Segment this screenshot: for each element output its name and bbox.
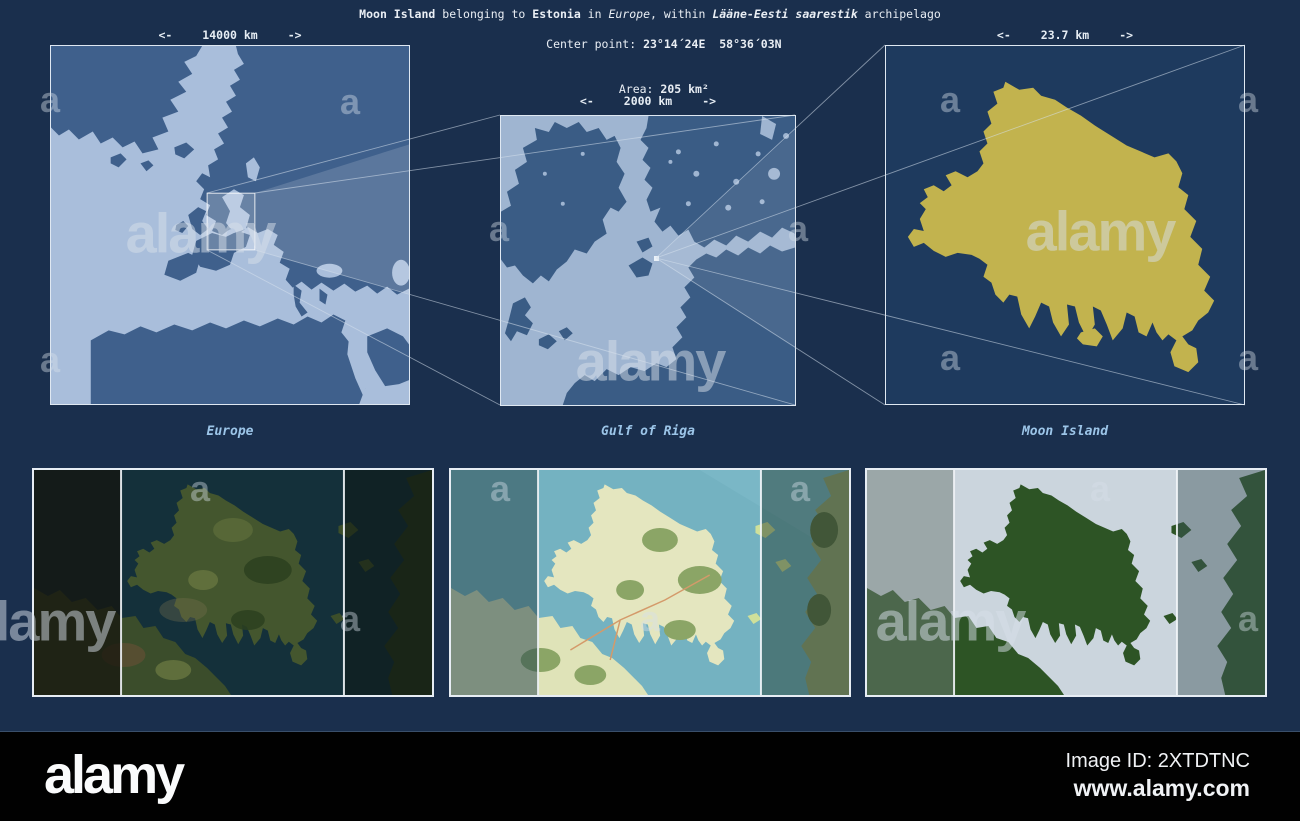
scale-bar-island: <- 23.7 km -> <box>885 28 1245 42</box>
osm-left-strip <box>451 470 539 695</box>
divider-line <box>120 470 123 695</box>
moon-island-graphic <box>886 46 1244 404</box>
plain-right-strip <box>1177 470 1265 695</box>
image-id: Image ID: 2XTDTNC <box>1065 750 1250 772</box>
caption-gulf: Gulf of Riga <box>601 424 695 439</box>
caption-moon-island: Moon Island <box>1021 424 1109 439</box>
title-country: Estonia <box>532 7 581 21</box>
scale-value: 2000 km <box>623 94 673 108</box>
sat-left-strip <box>34 470 122 695</box>
title-text: archipelago <box>857 7 941 21</box>
title-archipelago: Lääne-Eesti saarestik <box>712 7 858 21</box>
divider-line <box>1175 470 1178 695</box>
baltic-highlight-rect <box>206 192 256 251</box>
europe-overview-map <box>50 45 410 405</box>
scale-arrow-left-icon: <- <box>579 94 594 108</box>
scale-arrow-left-icon: <- <box>158 28 173 42</box>
street-map-panel <box>449 468 851 697</box>
scale-bar-gulf: <- 2000 km -> <box>500 94 796 108</box>
stock-map-diagram: { "header": { "title_segments": [ {"text… <box>0 0 1300 821</box>
plain-left-strip <box>867 470 955 695</box>
europe-map-graphic <box>51 46 409 404</box>
divider-line <box>759 470 762 695</box>
satellite-imagery-panel <box>32 468 434 697</box>
footer-bar: alamy Image ID: 2XTDTNC www.alamy.com <box>0 731 1300 821</box>
scale-arrow-left-icon: <- <box>996 28 1011 42</box>
caption-europe: Europe <box>206 424 254 439</box>
scale-value: 23.7 km <box>1040 28 1090 42</box>
center-point-label: Center point: <box>546 37 644 51</box>
divider-line <box>537 470 540 695</box>
title-text: , within <box>650 7 713 21</box>
center-point-value: 23°14´24E 58°36´03N <box>643 37 782 51</box>
gulf-map-graphic <box>501 116 795 405</box>
divider-line <box>342 470 345 695</box>
osm-right-strip <box>761 470 849 695</box>
street-map-graphic <box>451 470 849 695</box>
title-island-name: Moon Island <box>359 7 436 21</box>
page-title: Moon Island belonging to Estonia in Euro… <box>0 7 1300 22</box>
simple-map-panel <box>865 468 1267 697</box>
scale-value: 14000 km <box>202 28 258 42</box>
scale-arrow-right-icon: -> <box>1119 28 1134 42</box>
island-location-marker <box>653 256 659 261</box>
alamy-logo: alamy <box>44 745 185 805</box>
scale-arrow-right-icon: -> <box>287 28 302 42</box>
title-text: in <box>580 7 609 21</box>
footer-info: Image ID: 2XTDTNC www.alamy.com <box>1066 748 1250 802</box>
gulf-of-riga-map <box>500 115 796 406</box>
scale-bar-europe: <- 14000 km -> <box>50 28 410 42</box>
sat-right-strip <box>344 470 432 695</box>
title-continent: Europe <box>608 7 650 21</box>
satellite-graphic <box>34 470 432 695</box>
divider-line <box>953 470 956 695</box>
moon-island-shape-map <box>885 45 1245 405</box>
title-text: belonging to <box>435 7 533 21</box>
simple-map-graphic <box>867 470 1265 695</box>
scale-arrow-right-icon: -> <box>702 94 717 108</box>
alamy-website: www.alamy.com <box>1073 775 1250 801</box>
